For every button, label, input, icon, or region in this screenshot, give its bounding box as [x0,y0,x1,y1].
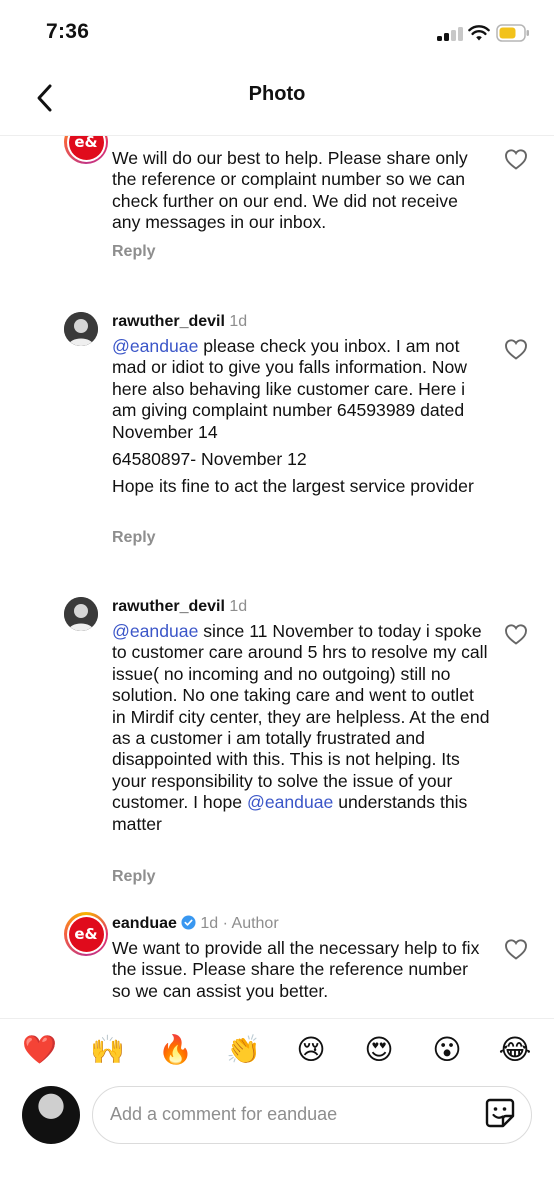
verified-badge-icon [181,915,196,930]
reaction-heart-emoji[interactable]: ❤️ [22,1033,57,1067]
avatar[interactable]: e& [64,912,108,956]
avatar[interactable]: e& [64,136,108,164]
cellular-signal-icon [437,27,463,41]
status-time: 7:36 [46,20,90,43]
avatar[interactable] [64,597,98,631]
comment-header: eanduae 1d · Author [112,914,279,934]
reply-button[interactable]: Reply [112,529,156,547]
comment-list[interactable]: e& We will do our best to help. Please s… [0,136,554,1016]
wifi-icon [468,25,490,41]
like-heart-icon[interactable] [504,623,528,645]
navigation-bar: Photo [0,64,554,136]
comment-username[interactable]: rawuther_devil [112,313,225,330]
user-photo-icon [64,312,98,346]
separator-dot: · [222,915,228,932]
battery-icon [496,24,529,42]
reply-button[interactable]: Reply [112,243,156,261]
comment-username[interactable]: eanduae [112,915,177,932]
reaction-crying-emoji[interactable]: 😢 [294,1033,328,1067]
eand-logo-icon: e& [68,916,104,952]
comment-text: We want to provide all the necessary hel… [112,938,480,1001]
comment-time: 1d [229,598,248,615]
reaction-clap-emoji[interactable]: 👏 [226,1033,261,1067]
comment-header: rawuther_devil 1d [112,597,247,617]
comment-text: @eanduae since 11 November to today i sp… [112,621,490,834]
comment-text: @eanduae please check you inbox. I am no… [112,336,474,497]
reaction-laughing-emoji[interactable]: 😂 [498,1033,532,1067]
comment-input[interactable]: Add a comment for eanduae [92,1086,532,1144]
reaction-heart-eyes-emoji[interactable]: 😍 [362,1033,396,1067]
like-heart-icon[interactable] [504,338,528,360]
avatar[interactable] [64,312,98,346]
comment-time: 1d [229,313,248,330]
reply-button[interactable]: Reply [112,868,156,886]
reaction-surprised-emoji[interactable]: 😮 [430,1033,464,1067]
sticker-icon[interactable] [484,1097,516,1129]
reaction-raised-hands-emoji[interactable]: 🙌 [90,1033,125,1067]
like-heart-icon[interactable] [504,148,528,170]
like-heart-icon[interactable] [504,938,528,960]
my-avatar [22,1086,80,1144]
mention-link[interactable]: @eanduae [112,336,198,356]
reaction-fire-emoji[interactable]: 🔥 [158,1033,193,1067]
quick-reactions-bar: ❤️ 🙌 🔥 👏 😢 😍 😮 😂 [0,1018,554,1084]
comment-header: rawuther_devil 1d [112,312,247,332]
page-title: Photo [248,83,306,105]
user-photo-icon [64,597,98,631]
author-label: Author [231,915,279,932]
comment-time: 1d [200,915,219,932]
comment-username[interactable]: rawuther_devil [112,598,225,615]
eand-logo-icon: e& [68,136,104,160]
status-bar: 7:36 [0,0,554,64]
mention-link[interactable]: @eanduae [112,621,198,641]
mention-link[interactable]: @eanduae [247,792,333,812]
comment-composer: Add a comment for eanduae [0,1084,554,1200]
comment-text: We will do our best to help. Please shar… [112,148,468,233]
